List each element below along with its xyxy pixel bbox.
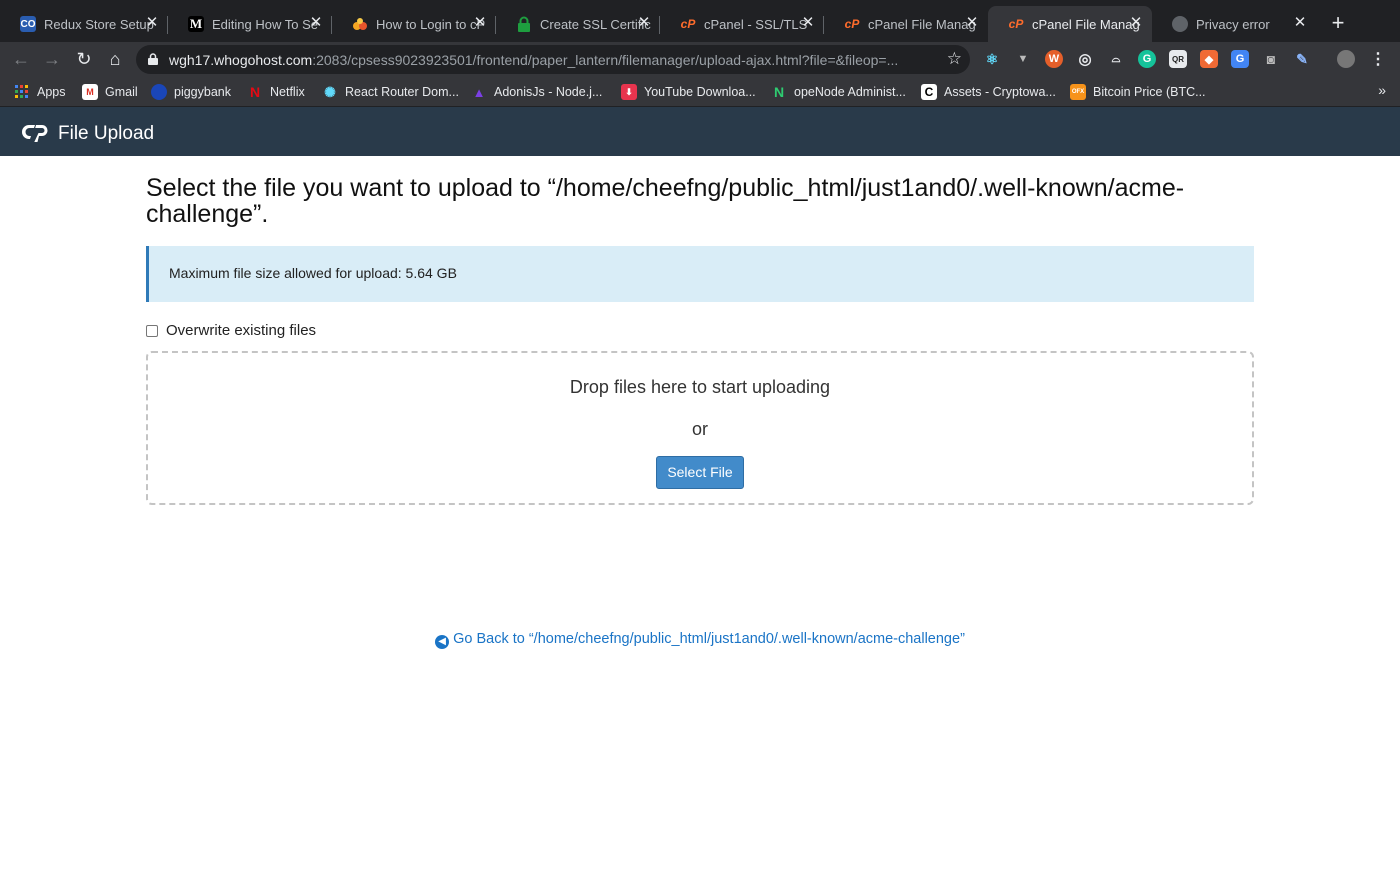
page-header-title: File Upload	[58, 123, 155, 144]
close-icon[interactable]: ✕	[308, 15, 324, 31]
tab-privacy-error[interactable]: Privacy error ✕	[1152, 6, 1316, 42]
bookmark-label: Assets - Cryptowa...	[944, 85, 1056, 99]
tag-icon[interactable]: ◆	[1200, 50, 1218, 68]
overwrite-existing-option[interactable]: Overwrite existing files	[146, 322, 316, 339]
go-back-link[interactable]: ◀ Go Back to “/home/cheefng/public_html/j…	[0, 631, 1400, 649]
c-icon: C	[921, 84, 937, 100]
vue-devtools-icon[interactable]: ▼	[1014, 50, 1032, 68]
bookmark-piggybank[interactable]: piggybank	[151, 83, 231, 101]
bookmark-label: opeNode Administ...	[794, 85, 906, 99]
url-host: wgh17.whogohost.com	[169, 52, 313, 68]
url-text: wgh17.whogohost.com:2083/cpsess902392350…	[169, 52, 898, 68]
bookmark-label: YouTube Downloa...	[644, 85, 756, 99]
bookmark-label: Apps	[37, 85, 66, 99]
arrow-left-circle-icon: ◀	[435, 635, 450, 649]
bookmark-youtube-downloader[interactable]: ⬇ YouTube Downloa...	[621, 83, 756, 101]
home-icon[interactable]: ⌂	[103, 47, 127, 71]
cpanel-icon: cP	[1008, 17, 1024, 31]
bookmark-label: Bitcoin Price (BTC...	[1093, 85, 1206, 99]
close-icon[interactable]: ✕	[800, 15, 816, 31]
bookmark-apps[interactable]: Apps	[14, 83, 66, 101]
bookmarks-overflow-chevron-icon[interactable]: »	[1378, 82, 1386, 98]
select-file-button[interactable]: Select File	[656, 456, 744, 489]
bookmark-bitcoin-price[interactable]: OFX Bitcoin Price (BTC...	[1070, 83, 1206, 101]
bitcoin-icon: OFX	[1070, 84, 1086, 100]
cpanel-icon: cP	[844, 17, 860, 31]
close-icon[interactable]: ✕	[1128, 15, 1144, 31]
netflix-icon: N	[249, 84, 261, 100]
lock-icon	[148, 53, 158, 65]
tab-cpanel-file-manager-active[interactable]: cP cPanel File Manag ✕	[988, 6, 1152, 42]
close-icon[interactable]: ✕	[1292, 15, 1308, 31]
browser-tab-strip: CO Redux Store Setup ✕ M Editing How To …	[0, 0, 1400, 42]
grammarly-icon[interactable]: G	[1138, 50, 1156, 68]
profile-avatar[interactable]	[1337, 50, 1355, 68]
address-bar[interactable]: wgh17.whogohost.com:2083/cpsess902392350…	[136, 45, 970, 74]
back-arrow-icon[interactable]: ←	[9, 47, 33, 71]
codesandbox-icon: CO	[20, 16, 36, 32]
bookmark-openode[interactable]: N opeNode Administ...	[771, 83, 906, 101]
bookmark-label: AdonisJs - Node.j...	[494, 85, 603, 99]
go-back-link-text[interactable]: Go Back to “/home/cheefng/public_html/ju…	[453, 631, 965, 647]
close-icon[interactable]: ✕	[144, 15, 160, 31]
max-file-size-alert: Maximum file size allowed for upload: 5.…	[146, 246, 1254, 302]
tab-title: Redux Store Setup	[44, 16, 154, 32]
bookmark-label: React Router Dom...	[345, 85, 459, 99]
cpanel-icon: cP	[680, 17, 696, 31]
forward-arrow-icon[interactable]: →	[40, 47, 64, 71]
bookmark-assets-cryptowatch[interactable]: C Assets - Cryptowa...	[921, 83, 1056, 101]
react-icon: ✺	[324, 83, 336, 100]
file-drop-zone[interactable]: Drop files here to start uploading or Se…	[146, 351, 1254, 505]
bookmarks-bar: Apps M Gmail piggybank N Netflix ✺ React…	[0, 76, 1400, 107]
bookmark-star-icon[interactable]: ☆	[947, 49, 962, 69]
pen-icon[interactable]: ✎	[1293, 50, 1311, 68]
translate-icon[interactable]: G	[1231, 50, 1249, 68]
cpanel-logo-icon[interactable]	[20, 122, 50, 142]
tab-redux-store-setup[interactable]: CO Redux Store Setup ✕	[0, 6, 168, 42]
url-path: :2083/cpsess9023923501/frontend/paper_la…	[312, 52, 899, 68]
bookmark-netflix[interactable]: N Netflix	[247, 83, 305, 101]
page-title: Select the file you want to upload to “/…	[146, 174, 1185, 228]
tab-create-ssl[interactable]: Create SSL Certific ✕	[496, 6, 660, 42]
medium-icon: M	[188, 16, 204, 32]
new-tab-plus-icon[interactable]: +	[1326, 12, 1350, 36]
close-icon[interactable]: ✕	[964, 15, 980, 31]
tab-how-to-login[interactable]: How to Login to cP ✕	[332, 6, 496, 42]
camera-icon[interactable]: ◙	[1262, 50, 1280, 68]
max-file-size-text: Maximum file size allowed for upload: 5.…	[169, 265, 457, 281]
apps-grid-icon	[14, 84, 30, 100]
gmail-icon: M	[82, 84, 98, 100]
tab-cpanel-ssl-tls[interactable]: cP cPanel - SSL/TLS ✕	[660, 6, 824, 42]
lock-icon	[516, 16, 532, 32]
blog-icon	[352, 16, 368, 32]
glasses-icon[interactable]: ⌓	[1107, 50, 1125, 68]
cpanel-header: File Upload	[0, 107, 1400, 156]
download-icon: ⬇	[621, 84, 637, 100]
react-devtools-icon[interactable]: ⚛	[983, 50, 1001, 68]
openode-icon: N	[773, 84, 785, 100]
wappalyzer-icon[interactable]: W	[1045, 50, 1063, 68]
bookmark-gmail[interactable]: M Gmail	[82, 83, 138, 101]
browser-toolbar: ← → ↻ ⌂ wgh17.whogohost.com:2083/cpsess9…	[0, 42, 1400, 76]
bookmark-adonisjs[interactable]: ▲ AdonisJs - Node.j...	[471, 83, 603, 101]
qr-code-icon[interactable]: QR	[1169, 50, 1187, 68]
close-icon[interactable]: ✕	[636, 15, 652, 31]
tab-editing-how-to[interactable]: M Editing How To Se ✕	[168, 6, 332, 42]
drop-zone-text: Drop files here to start uploading	[569, 377, 831, 397]
tab-cpanel-file-manager[interactable]: cP cPanel File Manag ✕	[824, 6, 988, 42]
bookmark-label: Netflix	[270, 85, 305, 99]
overwrite-label: Overwrite existing files	[166, 322, 317, 339]
overwrite-checkbox[interactable]	[146, 324, 158, 337]
adonis-icon: ▲	[472, 84, 486, 100]
target-icon[interactable]: ◎	[1076, 50, 1094, 68]
bookmark-label: piggybank	[174, 85, 231, 99]
reload-icon[interactable]: ↻	[72, 47, 96, 71]
bookmark-label: Gmail	[105, 85, 138, 99]
bookmark-react-router[interactable]: ✺ React Router Dom...	[322, 83, 459, 101]
menu-kebab-icon[interactable]: ⋮	[1369, 50, 1387, 68]
drop-zone-or-text: or	[691, 419, 708, 439]
close-icon[interactable]: ✕	[472, 15, 488, 31]
globe-icon	[1172, 16, 1188, 32]
piggybank-icon	[151, 84, 167, 100]
